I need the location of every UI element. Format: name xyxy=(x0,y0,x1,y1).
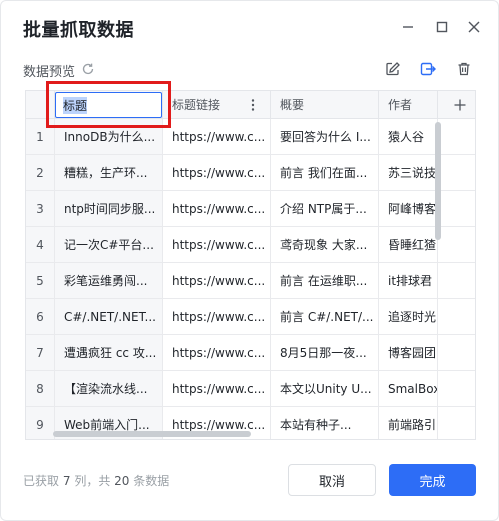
data-preview-table: 标题标题链接概要作者1InnoDB为什么...https://www.c...要… xyxy=(25,90,476,440)
table-cell-title[interactable]: ntp时间同步服... xyxy=(55,191,163,227)
table-cell-title-link[interactable]: https://www.c... xyxy=(163,119,271,155)
table-cell-title-link[interactable]: https://www.c... xyxy=(163,263,271,299)
done-button[interactable]: 完成 xyxy=(389,464,476,496)
table-cell-add[interactable] xyxy=(438,119,475,155)
table-cell-author[interactable]: 猿人谷 xyxy=(379,119,438,155)
minimize-icon[interactable] xyxy=(399,18,417,36)
table-cell-author[interactable]: 前端路引 xyxy=(379,407,438,439)
vertical-scrollbar[interactable] xyxy=(435,122,441,240)
close-icon[interactable] xyxy=(465,18,483,36)
column-header-author[interactable]: 作者 xyxy=(379,91,438,119)
row-index: 9 xyxy=(26,407,55,439)
row-index: 8 xyxy=(26,371,55,407)
table-cell-title[interactable]: 遭遇疯狂 cc 攻... xyxy=(55,335,163,371)
table-cell-title-link[interactable]: https://www.c... xyxy=(163,227,271,263)
cancel-button[interactable]: 取消 xyxy=(288,464,376,496)
table-cell-summary[interactable]: 要回答为什么 I... xyxy=(271,119,379,155)
table-cell-summary[interactable]: 鸢奇现象 大家... xyxy=(271,227,379,263)
table-cell-author[interactable]: 阿峰博客 xyxy=(379,191,438,227)
table-cell-add[interactable] xyxy=(438,407,475,439)
column-header-summary[interactable]: 概要 xyxy=(271,91,379,119)
table-cell-author[interactable]: SmalBox xyxy=(379,371,438,407)
data-preview-label: 数据预览 xyxy=(23,65,76,80)
row-index: 7 xyxy=(26,335,55,371)
table-cell-author[interactable]: 追逐时光 xyxy=(379,299,438,335)
table-cell-summary[interactable]: 本站有种子... xyxy=(271,407,379,439)
table-cell-title[interactable]: 彩笔运维勇闯... xyxy=(55,263,163,299)
edit-icon[interactable] xyxy=(383,59,403,79)
columns-count: 7 xyxy=(62,474,71,488)
table-cell-title[interactable]: C#/.NET/.NET... xyxy=(55,299,163,335)
table-cell-summary[interactable]: 前言 C#/.NET/... xyxy=(271,299,379,335)
row-index: 2 xyxy=(26,155,55,191)
table-cell-add[interactable] xyxy=(438,299,475,335)
dialog-title: 批量抓取数据 xyxy=(23,20,134,41)
table-cell-summary[interactable]: 前言 我们在面... xyxy=(271,155,379,191)
table-cell-summary[interactable]: 8月5日那一夜... xyxy=(271,335,379,371)
table-cell-title[interactable]: 记一次C#平台... xyxy=(55,227,163,263)
table-cell-title-link[interactable]: https://www.c... xyxy=(163,335,271,371)
summary-text: 已获取 7 列，共 20 条数据 xyxy=(23,474,170,488)
table-cell-title-link[interactable]: https://www.c... xyxy=(163,155,271,191)
column-menu-icon[interactable] xyxy=(248,97,258,116)
trash-icon[interactable] xyxy=(454,59,474,79)
row-index: 3 xyxy=(26,191,55,227)
map-icon[interactable] xyxy=(418,59,438,79)
table-cell-title[interactable]: 糟糕，生产环... xyxy=(55,155,163,191)
table-cell-author[interactable]: 博客园团 xyxy=(379,335,438,371)
table-cell-add[interactable] xyxy=(438,335,475,371)
table-cell-title[interactable]: 【渲染流水线... xyxy=(55,371,163,407)
table-cell-add[interactable] xyxy=(438,227,475,263)
maximize-icon[interactable] xyxy=(433,18,451,36)
table-cell-title-link[interactable]: https://www.c... xyxy=(163,371,271,407)
table-cell-summary[interactable]: 本文以Unity U... xyxy=(271,371,379,407)
row-index: 5 xyxy=(26,263,55,299)
table-cell-author[interactable]: it排球君 xyxy=(379,263,438,299)
rows-count: 20 xyxy=(114,474,130,488)
table-cell-title-link[interactable]: https://www.c... xyxy=(163,299,271,335)
annotation-highlight-box xyxy=(46,81,171,128)
table-cell-author[interactable]: 苏三说技 xyxy=(379,155,438,191)
table-cell-summary[interactable]: 前言 在运维职... xyxy=(271,263,379,299)
table-cell-add[interactable] xyxy=(438,263,475,299)
table-cell-add[interactable] xyxy=(438,371,475,407)
refresh-icon[interactable] xyxy=(81,61,97,77)
horizontal-scrollbar[interactable] xyxy=(53,431,251,437)
batch-scrape-dialog: 批量抓取数据 数据预览 标题标题链接概要作者1InnoDB为什么...https… xyxy=(0,0,499,521)
table-cell-summary[interactable]: 介绍 NTP属于... xyxy=(271,191,379,227)
row-index: 6 xyxy=(26,299,55,335)
row-index: 4 xyxy=(26,227,55,263)
table-cell-author[interactable]: 昏睡红猹 xyxy=(379,227,438,263)
add-column-icon[interactable] xyxy=(453,97,467,116)
table-cell-title-link[interactable]: https://www.c... xyxy=(163,191,271,227)
table-cell-add[interactable] xyxy=(438,155,475,191)
table-cell-add[interactable] xyxy=(438,191,475,227)
